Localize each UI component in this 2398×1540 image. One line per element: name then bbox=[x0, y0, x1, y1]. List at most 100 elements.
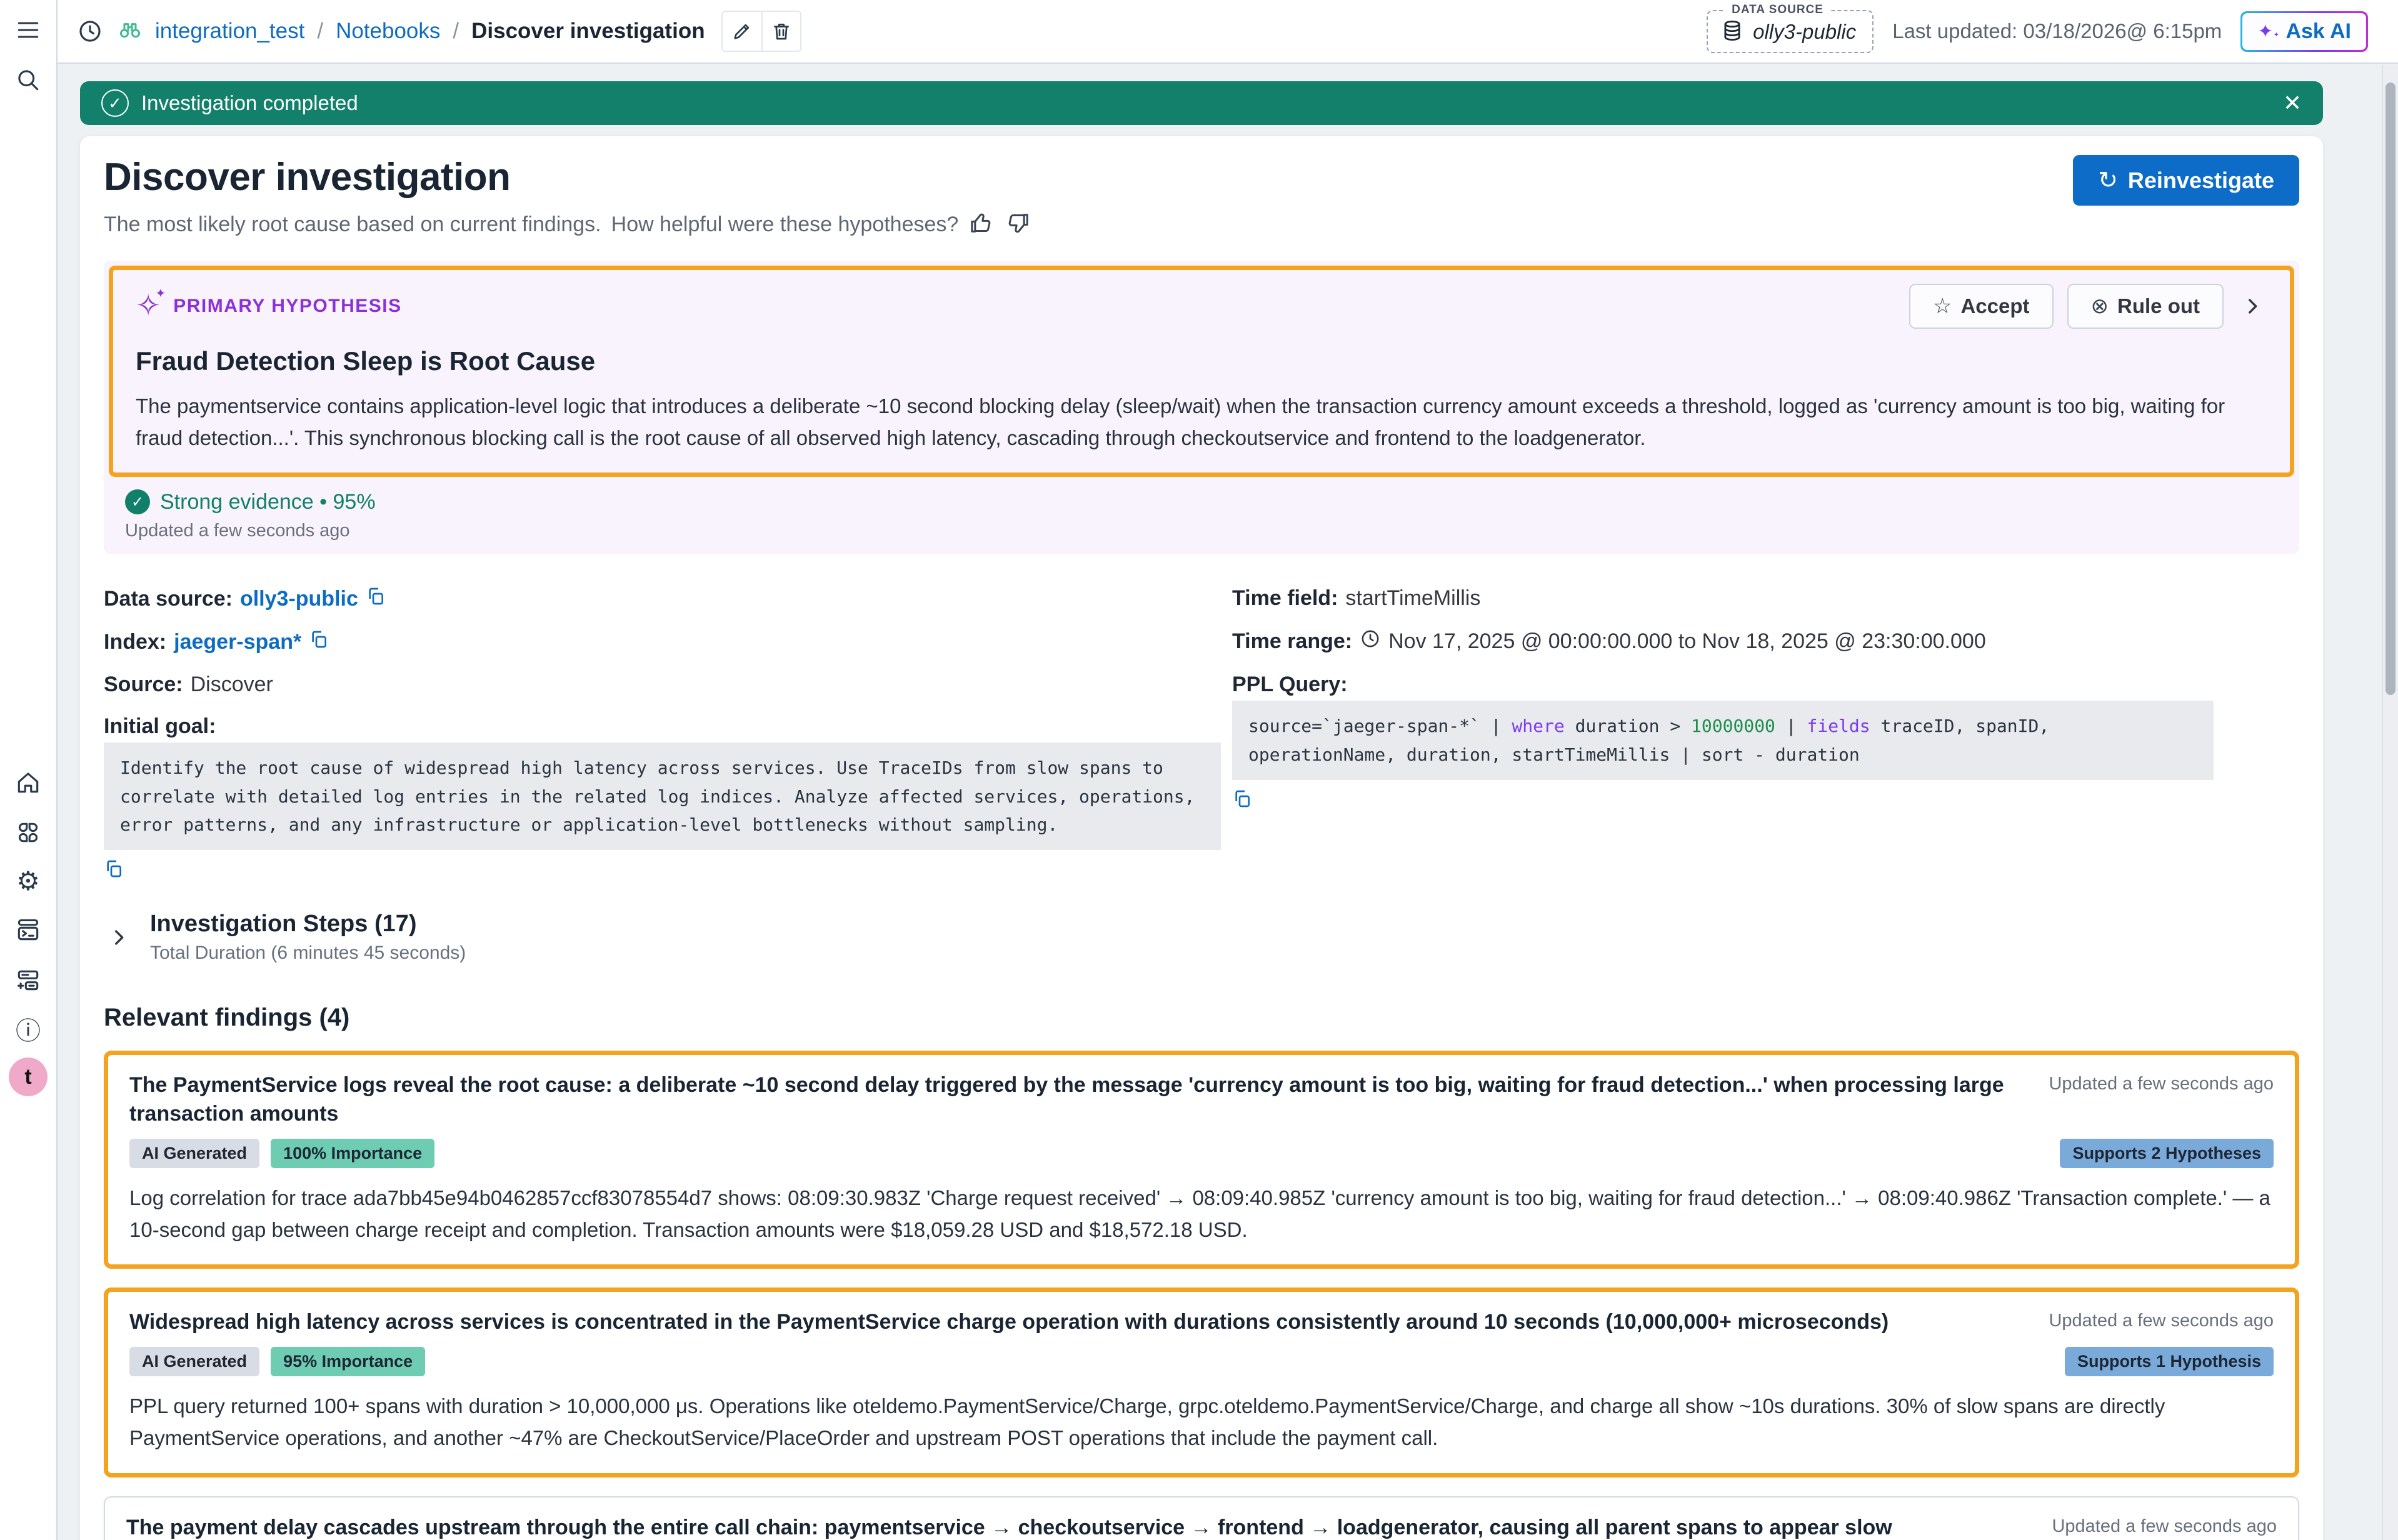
ai-sparkles-icon: ✧✦ bbox=[136, 291, 161, 321]
ask-ai-label: Ask AI bbox=[2285, 19, 2351, 44]
star-icon: ☆ bbox=[1933, 294, 1952, 319]
data-source-field-label: Data source: bbox=[104, 587, 233, 611]
finding-body: Log correlation for trace ada7bb45e94b04… bbox=[129, 1182, 2274, 1246]
hypothesis-title: Fraud Detection Sleep is Root Cause bbox=[136, 346, 2267, 376]
time-field-value: startTimeMillis bbox=[1345, 586, 1480, 611]
home-icon[interactable] bbox=[13, 768, 43, 798]
copy-icon[interactable] bbox=[309, 629, 329, 655]
left-nav-rail: ⚙ ⓘ t bbox=[0, 0, 58, 1540]
data-source-link[interactable]: olly3-public bbox=[240, 587, 358, 611]
metadata-grid: Data source: olly3-public Index: jaeger-… bbox=[104, 586, 2299, 882]
source-value: Discover bbox=[191, 672, 273, 697]
hypothesis-body: The paymentservice contains application-… bbox=[136, 390, 2267, 454]
history-icon[interactable] bbox=[75, 16, 105, 46]
supports-hypotheses-badge: Supports 1 Hypothesis bbox=[2065, 1347, 2274, 1376]
page-subtitle: The most likely root cause based on curr… bbox=[104, 212, 601, 237]
delete-trash-icon[interactable] bbox=[761, 12, 800, 51]
finding-card: The PaymentService logs reveal the root … bbox=[104, 1051, 2299, 1269]
header-right: DATA SOURCE olly3-public Last updated: 0… bbox=[1707, 10, 2368, 53]
source-field-label: Source: bbox=[104, 672, 183, 697]
evidence-strength: ✓ Strong evidence • 95% bbox=[125, 489, 2294, 514]
copy-icon[interactable] bbox=[104, 859, 1232, 882]
sparkle-icon: ✦˖ bbox=[2257, 21, 2279, 42]
title-action-group bbox=[721, 11, 801, 52]
search-icon[interactable] bbox=[13, 65, 43, 95]
add-panel-icon[interactable] bbox=[13, 965, 43, 995]
main-content: ✓ Investigation completed ✕ Discover inv… bbox=[58, 64, 2398, 1540]
investigation-card: Discover investigation The most likely r… bbox=[80, 136, 2323, 1540]
initial-goal-code: Identify the root cause of widespread hi… bbox=[104, 742, 1221, 850]
finding-title: The payment delay cascades upstream thro… bbox=[126, 1514, 2014, 1540]
user-avatar[interactable]: t bbox=[9, 1058, 48, 1096]
data-source-selector[interactable]: DATA SOURCE olly3-public bbox=[1707, 10, 1874, 53]
primary-hypothesis-box: ✧✦ PRIMARY HYPOTHESIS ☆ Accept ⊗ Rule ou… bbox=[109, 266, 2294, 477]
investigation-steps-accordion: Investigation Steps (17) Total Duration … bbox=[104, 911, 2299, 964]
circled-x-icon: ⊗ bbox=[2091, 294, 2109, 319]
breadcrumb-current: Discover investigation bbox=[471, 19, 705, 44]
metadata-left-column: Data source: olly3-public Index: jaeger-… bbox=[104, 586, 1232, 882]
ai-generated-badge: AI Generated bbox=[129, 1347, 259, 1376]
copy-icon[interactable] bbox=[1232, 789, 2299, 812]
metadata-right-column: Time field: startTimeMillis Time range: … bbox=[1232, 586, 2299, 882]
supports-hypotheses-badge: Supports 2 Hypotheses bbox=[2060, 1139, 2274, 1168]
breadcrumb: integration_test / Notebooks / Discover … bbox=[75, 16, 705, 47]
breadcrumb-workspace[interactable]: integration_test bbox=[155, 19, 304, 44]
thumbs-up-icon[interactable] bbox=[968, 211, 996, 238]
clock-icon bbox=[1360, 628, 1381, 655]
rule-out-button[interactable]: ⊗ Rule out bbox=[2067, 284, 2224, 329]
binoculars-icon bbox=[118, 16, 143, 47]
ppl-query-label: PPL Query: bbox=[1232, 672, 1348, 697]
time-range-value: Nov 17, 2025 @ 00:00:00.000 to Nov 18, 2… bbox=[1388, 629, 1986, 654]
breadcrumb-separator: / bbox=[317, 19, 323, 44]
close-icon[interactable]: ✕ bbox=[2283, 90, 2302, 116]
finding-card: The payment delay cascades upstream thro… bbox=[104, 1496, 2299, 1540]
ai-generated-badge: AI Generated bbox=[129, 1139, 259, 1168]
thumbs-down-icon[interactable] bbox=[1006, 211, 1033, 238]
edit-pencil-icon[interactable] bbox=[723, 12, 761, 51]
ppl-query-code: source=`jaeger-span-*` | where duration … bbox=[1232, 701, 2214, 780]
feedback-question: How helpful were these hypotheses? bbox=[611, 212, 959, 237]
finding-body: PPL query returned 100+ spans with durat… bbox=[129, 1390, 2274, 1454]
finding-title: The PaymentService logs reveal the root … bbox=[129, 1071, 2011, 1129]
card-header: Discover investigation The most likely r… bbox=[104, 155, 2299, 238]
reinvestigate-button[interactable]: ↻ Reinvestigate bbox=[2073, 155, 2299, 206]
time-field-label: Time field: bbox=[1232, 586, 1338, 611]
info-icon[interactable]: ⓘ bbox=[13, 1016, 43, 1046]
settings-gear-icon[interactable]: ⚙ bbox=[13, 866, 43, 896]
investigation-steps-title[interactable]: Investigation Steps (17) bbox=[150, 911, 466, 938]
database-icon bbox=[1720, 19, 1744, 46]
copy-icon[interactable] bbox=[366, 586, 386, 612]
initial-goal-label: Initial goal: bbox=[104, 714, 216, 739]
finding-title: Widespread high latency across services … bbox=[129, 1308, 2011, 1337]
hypothesis-label: PRIMARY HYPOTHESIS bbox=[173, 296, 401, 317]
scrollbar-thumb[interactable] bbox=[2385, 82, 2395, 695]
finding-updated: Updated a few seconds ago bbox=[2052, 1514, 2277, 1537]
index-field-label: Index: bbox=[104, 630, 166, 654]
success-banner: ✓ Investigation completed ✕ bbox=[80, 81, 2323, 125]
breadcrumb-notebooks[interactable]: Notebooks bbox=[336, 19, 440, 44]
hypothesis-updated: Updated a few seconds ago bbox=[125, 521, 2294, 541]
chevron-right-icon[interactable] bbox=[2237, 291, 2267, 321]
apps-icon[interactable] bbox=[13, 818, 43, 848]
vertical-scrollbar[interactable] bbox=[2382, 65, 2398, 1540]
app-root: ⚙ ⓘ t integration_test / Notebooks / Dis… bbox=[0, 0, 2398, 1540]
banner-text: Investigation completed bbox=[141, 91, 358, 115]
finding-updated: Updated a few seconds ago bbox=[2049, 1071, 2274, 1094]
relevant-findings-heading: Relevant findings (4) bbox=[104, 1004, 2299, 1032]
menu-icon[interactable] bbox=[13, 15, 43, 45]
last-updated-text: Last updated: 03/18/2026@ 6:15pm bbox=[1892, 19, 2222, 43]
index-link[interactable]: jaeger-span* bbox=[174, 630, 301, 654]
dev-tools-icon[interactable] bbox=[13, 915, 43, 945]
data-source-label: DATA SOURCE bbox=[1725, 3, 1830, 17]
chevron-right-icon[interactable] bbox=[104, 922, 134, 952]
check-circle-filled-icon: ✓ bbox=[125, 489, 150, 514]
ask-ai-button[interactable]: ✦˖ Ask AI bbox=[2240, 11, 2368, 52]
finding-card: Widespread high latency across services … bbox=[104, 1288, 2299, 1477]
page-title: Discover investigation bbox=[104, 155, 1033, 199]
refresh-icon: ↻ bbox=[2098, 166, 2118, 194]
breadcrumb-separator: / bbox=[453, 19, 459, 44]
importance-badge: 95% Importance bbox=[271, 1347, 425, 1376]
data-source-value: olly3-public bbox=[1753, 20, 1856, 44]
accept-button[interactable]: ☆ Accept bbox=[1909, 284, 2054, 329]
finding-updated: Updated a few seconds ago bbox=[2049, 1308, 2274, 1331]
